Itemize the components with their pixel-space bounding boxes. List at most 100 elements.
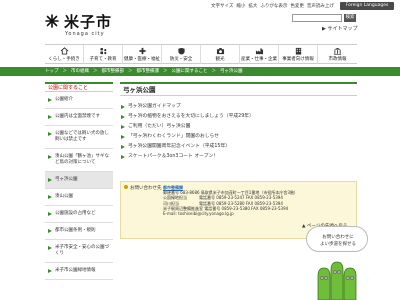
- site-header: 米子市 Yonaga city 文字サイズ 縮小 拡大 ふりがな表示 色変更 音声読み上げ…: [0, 0, 400, 42]
- breadcrumb-bar: トップ＞市の組織＞都市整備部＞都市整備課＞公園に関すること＞弓ヶ浜公園: [0, 67, 400, 76]
- sidebar-item-dogs[interactable]: 公園などでは飼い犬の放し飼いは禁止です: [45, 126, 113, 149]
- breadcrumb-separator: ＞: [163, 69, 168, 74]
- breadcrumb-item[interactable]: 公園に関すること: [172, 69, 208, 74]
- arrow-bullet-icon: [121, 135, 125, 139]
- arrow-bullet-icon: [121, 155, 125, 159]
- nav-item-industry[interactable]: 産業・仕事・企業: [240, 45, 279, 64]
- city-emblem-icon[interactable]: [45, 14, 59, 28]
- sidebar-item-yumigahama-park[interactable]: 弓ヶ浜公園: [45, 172, 113, 189]
- sidebar-item-ordinance[interactable]: 都市公園条例・規則: [45, 223, 113, 240]
- sidebar-item-label: 米子市安全・安心の公園づくり: [55, 245, 109, 256]
- contact-label: お問い合わせ先: [130, 186, 162, 191]
- link-label: 「弓ヶ浜わくわくランド」閉園のおしらせ: [128, 134, 220, 139]
- list-item[interactable]: スケートパーク＆3on3コート オープン！: [120, 152, 357, 162]
- nav-label: 観光: [215, 57, 225, 62]
- link-label: 弓ヶ浜公園開園周年記念イベント（平成15年）: [128, 144, 231, 149]
- breadcrumb-item[interactable]: トップ: [45, 69, 59, 74]
- factory-icon: [255, 48, 263, 55]
- sidebar-item-park-intro[interactable]: 公園紹介: [45, 92, 113, 109]
- arrow-bullet-icon: [48, 178, 52, 182]
- sidebar-item-label: 都市公園条例・規則: [55, 228, 96, 233]
- camera-icon: [216, 48, 224, 55]
- nav-label: 子育て・教育: [89, 57, 117, 62]
- sidebar-item-label: 公園紹介: [55, 97, 73, 102]
- building-icon: [295, 47, 301, 55]
- nav-item-health[interactable]: 健康・医療・福祉: [123, 45, 162, 64]
- breadcrumb-separator: ＞: [62, 69, 68, 74]
- nav-item-living[interactable]: くらし・手続き: [45, 45, 84, 64]
- arrow-bullet-icon: [48, 212, 52, 216]
- breadcrumb: トップ＞市の組織＞都市整備部＞都市整備課＞公園に関すること＞弓ヶ浜公園: [45, 67, 247, 76]
- health-icon: [138, 47, 146, 55]
- list-item[interactable]: 弓ヶ浜公園開園周年記念イベント（平成15年）: [120, 142, 357, 152]
- arrow-bullet-icon: [48, 98, 52, 102]
- breadcrumb-separator: ＞: [211, 69, 217, 74]
- breadcrumb-item[interactable]: 市の組織: [71, 69, 89, 74]
- sidebar-item-no-smoking[interactable]: 公園内は全面禁煙です: [45, 109, 113, 126]
- search-input[interactable]: [292, 14, 342, 22]
- arrow-bullet-icon: [48, 132, 52, 136]
- nav-label: 市政情報: [328, 57, 347, 62]
- voice-readout-button[interactable]: 音声読み上げ: [307, 4, 334, 9]
- sidebar: 公園に関すること 公園紹介 公園内は全面禁煙です 公園などでは飼い犬の放し飼いは…: [45, 82, 113, 300]
- furigana-toggle[interactable]: ふりがな表示: [260, 4, 287, 9]
- search-button[interactable]: 検索: [344, 14, 356, 22]
- breadcrumb-item[interactable]: 都市整備部: [102, 69, 125, 74]
- mascot-banner[interactable]: お問い合わせに よい歩道を探せる: [306, 226, 368, 300]
- sidebar-item-label: 公園などでは飼い犬の放し飼いは禁止です: [55, 131, 109, 142]
- arrow-bullet-icon: [121, 105, 125, 109]
- contact-email[interactable]: E-mail: toshiseibi@city.yonago.lg.jp: [163, 211, 353, 216]
- sidebar-heading: 公園に関すること: [45, 82, 113, 92]
- list-item[interactable]: 弓ヶ浜公園ガイドマップ: [120, 102, 357, 112]
- nav-item-business[interactable]: 事業者向け情報: [279, 45, 318, 64]
- sidebar-item-label: 米子市公園緑地情報: [55, 268, 96, 273]
- speech-bubble: お問い合わせに よい歩道を探せる: [306, 226, 368, 252]
- arrow-bullet-icon: [48, 246, 52, 250]
- bubble-text: お問い合わせに: [322, 235, 354, 240]
- arrow-bullet-icon: [48, 269, 52, 273]
- arrow-bullet-icon: [48, 155, 52, 159]
- site-subtitle: Yonaga city: [65, 31, 105, 37]
- sidebar-item-green-info[interactable]: 米子市公園緑地情報: [45, 263, 113, 280]
- sidebar-item-label: 湊山公園: [55, 194, 73, 199]
- sidebar-item-label: 弓ヶ浜公園: [55, 177, 78, 182]
- color-change-button[interactable]: 色変更: [290, 4, 304, 9]
- breadcrumb-separator: ＞: [93, 69, 98, 74]
- arrow-bullet-icon: [121, 145, 125, 149]
- nav-item-childcare[interactable]: 子育て・教育: [84, 45, 123, 64]
- arrow-bullet-icon: [48, 195, 52, 199]
- list-item[interactable]: 「弓ヶ浜わくわくランド」閉園のおしらせ: [120, 132, 357, 142]
- sitemap-link[interactable]: ▶ サイトマップ: [322, 25, 357, 32]
- nav-label: 防災・安全: [169, 57, 193, 62]
- foreign-languages-button[interactable]: Foreign Languages: [340, 2, 394, 10]
- house-icon: [60, 47, 68, 55]
- list-item[interactable]: 弓ヶ浜の植物をおさえるを大切にしましょう（平成29年）: [120, 112, 357, 122]
- list-item[interactable]: ご利用（ただい）弓ヶ浜公園: [120, 122, 357, 132]
- site-title[interactable]: 米子市: [64, 11, 112, 32]
- sidebar-item-occupancy[interactable]: 公園施設の占用など: [45, 206, 113, 223]
- contact-body: 都市整備課 郵便番号 683-8686 鳥取県米子市加茂町一丁目1番地（市役所本…: [163, 185, 353, 216]
- sidebar-item-heron-measures[interactable]: 湊山公園「鶴ヶ池」サギなど鳥の対策について: [45, 149, 113, 172]
- text-size-label: 文字サイズ: [211, 4, 234, 9]
- breadcrumb-item[interactable]: 都市整備課: [137, 69, 160, 74]
- nav-item-safety[interactable]: 防災・安全: [162, 45, 201, 64]
- sidebar-item-label: 公園内は全面禁煙です: [55, 114, 100, 119]
- text-size-plus-button[interactable]: 拡大: [248, 4, 257, 9]
- breadcrumb-separator: ＞: [128, 69, 133, 74]
- contact-bullet-icon: [124, 185, 128, 189]
- sidebar-item-minatoyama-park[interactable]: 湊山公園: [45, 189, 113, 206]
- text-size-minus-button[interactable]: 縮小: [236, 4, 245, 9]
- global-nav: くらし・手続き 子育て・教育 健康・医療・福祉 防災・安全 観光 産業・仕事・企…: [45, 44, 357, 64]
- nav-item-city-admin[interactable]: 市政情報: [318, 45, 357, 64]
- nav-label: 産業・仕事・企業: [241, 57, 277, 62]
- bubble-text: よい歩道を探せる: [320, 242, 356, 247]
- nav-item-tourism[interactable]: 観光: [201, 45, 240, 64]
- link-label: 弓ヶ浜の植物をおさえるを大切にしましょう（平成29年）: [128, 114, 254, 119]
- link-list: 弓ヶ浜公園ガイドマップ 弓ヶ浜の植物をおさえるを大切にしましょう（平成29年） …: [120, 102, 357, 162]
- family-icon: [99, 47, 106, 55]
- sidebar-item-safe-parks[interactable]: 米子市安全・安心の公園づくり: [45, 240, 113, 263]
- shield-icon: [177, 47, 185, 55]
- sitemap-label: サイトマップ: [327, 26, 358, 32]
- nav-label: 健康・医療・福祉: [124, 57, 160, 62]
- nav-label: くらし・手続き: [48, 57, 80, 62]
